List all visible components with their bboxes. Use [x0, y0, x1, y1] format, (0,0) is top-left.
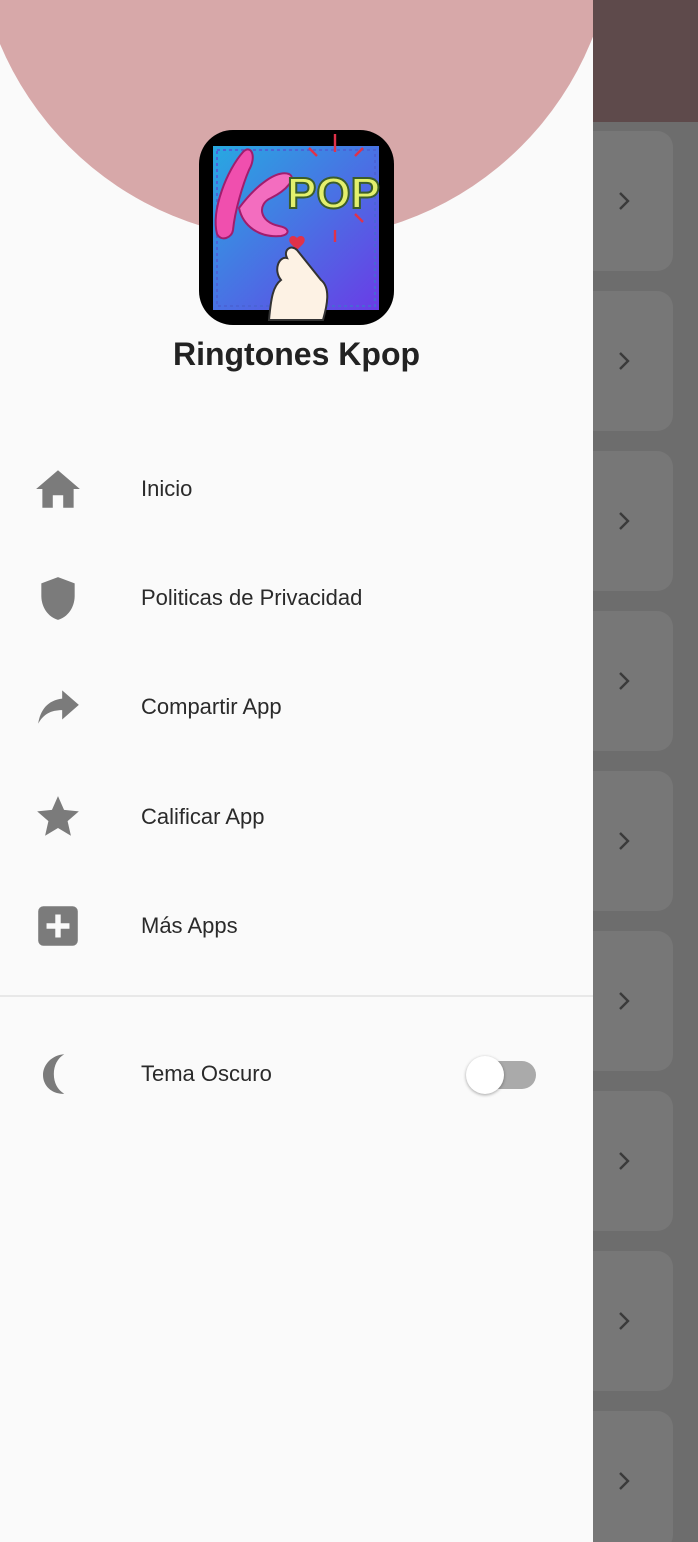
menu-item-label: Inicio: [141, 476, 193, 501]
shield-icon: [30, 570, 86, 626]
moon-icon: [30, 1046, 86, 1102]
menu-item-inicio[interactable]: Inicio: [0, 439, 593, 539]
svg-text:POP: POP: [287, 169, 380, 218]
home-icon: [30, 461, 86, 517]
chevron-right-icon: [619, 832, 630, 850]
chevron-right-icon: [619, 672, 630, 690]
chevron-right-icon: [619, 352, 630, 370]
chevron-right-icon: [619, 1472, 630, 1490]
star-icon: [30, 789, 86, 845]
chevron-right-icon: [619, 512, 630, 530]
toggle-thumb: [466, 1056, 504, 1094]
chevron-right-icon: [619, 1152, 630, 1170]
chevron-right-icon: [619, 192, 630, 210]
plus-box-icon: [30, 898, 86, 954]
dark-theme-label: Tema Oscuro: [141, 1061, 272, 1086]
menu-item-label: Politicas de Privacidad: [141, 585, 363, 610]
menu-divider: [0, 995, 593, 997]
menu-item-label: Más Apps: [141, 913, 238, 938]
chevron-right-icon: [619, 992, 630, 1010]
menu-item-label: Compartir App: [141, 694, 282, 719]
menu-item-share-app[interactable]: Compartir App: [0, 657, 593, 757]
menu-item-rate-app[interactable]: Calificar App: [0, 767, 593, 867]
share-icon: [30, 679, 86, 735]
dark-theme-toggle[interactable]: [466, 1056, 538, 1094]
menu-item-privacy-policy[interactable]: Politicas de Privacidad: [0, 548, 593, 648]
menu-item-more-apps[interactable]: Más Apps: [0, 876, 593, 976]
app-title: Ringtones Kpop: [172, 336, 421, 372]
chevron-right-icon: [619, 1312, 630, 1330]
menu-item-label: Calificar App: [141, 804, 265, 829]
navigation-drawer: POP Ringtones Kpop Inicio Politicas de P…: [0, 0, 593, 1542]
app-logo: POP: [199, 130, 394, 325]
